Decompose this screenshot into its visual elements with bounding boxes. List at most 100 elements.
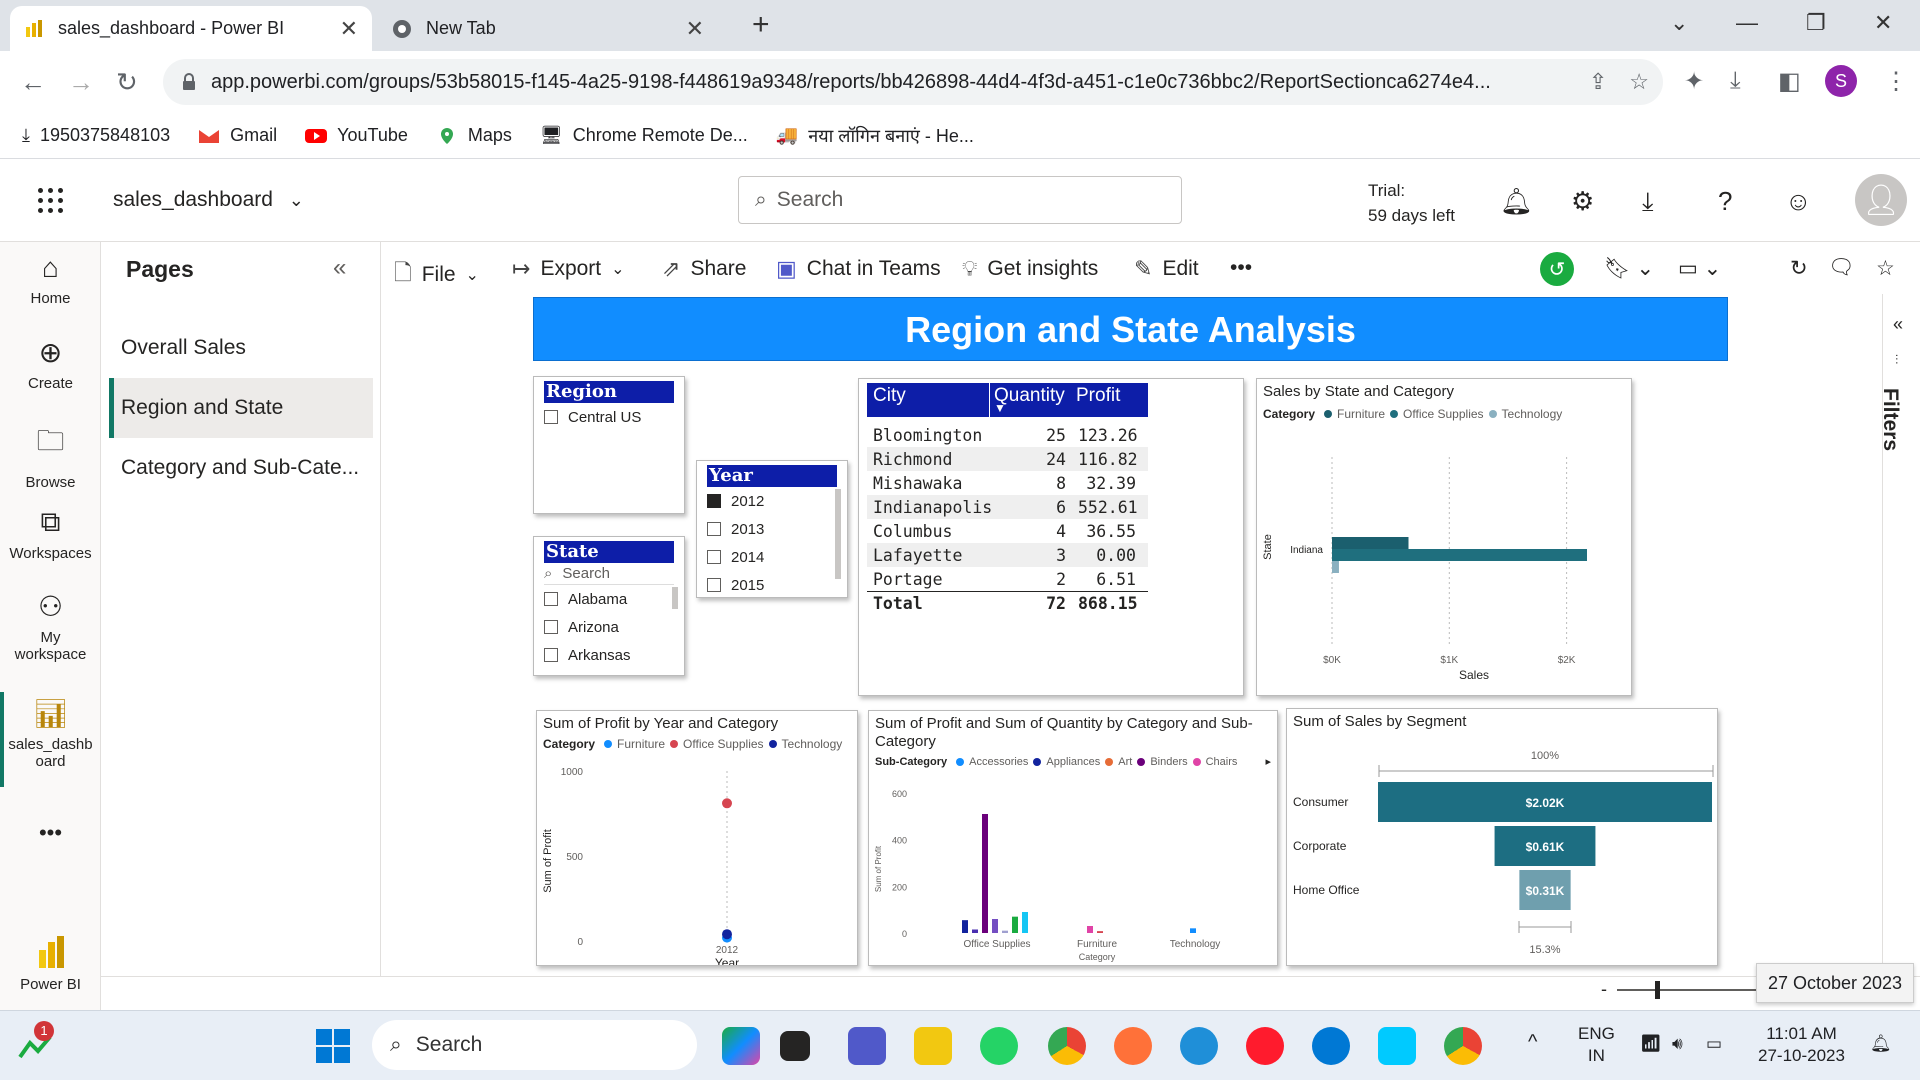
tab-search-icon[interactable]: ⌄ [1670, 10, 1688, 36]
extensions-icon[interactable]: ✦ [1684, 67, 1704, 96]
bookmark-star-icon[interactable]: ☆ [1629, 69, 1649, 95]
close-window-icon[interactable]: ✕ [1874, 10, 1892, 36]
show-hidden-icons[interactable]: ^ [1528, 1031, 1537, 1053]
opera-icon[interactable] [1246, 1027, 1284, 1065]
bookmark-hindi[interactable]: 🚚 नया लॉगिन बनाएं - He... [776, 124, 974, 148]
refresh-icon[interactable]: ↻ [1790, 256, 1808, 281]
slicer-option[interactable]: Alabama [544, 585, 674, 613]
clock[interactable]: 11:01 AM 27-10-2023 [1758, 1023, 1845, 1067]
reset-button[interactable]: ↺ [1540, 252, 1574, 286]
back-icon[interactable]: ← [20, 67, 46, 98]
table-total-row[interactable]: Total 72 868.15 [867, 591, 1148, 615]
share-button[interactable]: ⇗ Share [662, 256, 746, 282]
zoom-out-icon[interactable]: - [1601, 979, 1607, 1000]
table-row[interactable]: Indianapolis 6 552.61 [867, 495, 1148, 519]
side-panel-icon[interactable]: ◧ [1778, 67, 1801, 96]
bookmark-item[interactable]: ⤓ 1950375848103 [22, 125, 170, 146]
battery-icon[interactable]: ▭ [1706, 1033, 1722, 1055]
slicer-option[interactable]: 2012 [707, 487, 837, 515]
user-avatar[interactable]: 👤︎ [1855, 174, 1907, 226]
chrome-profile-icon[interactable] [1444, 1027, 1482, 1065]
col-profit[interactable]: Profit [1072, 383, 1142, 417]
slicer-option[interactable]: Arkansas [544, 641, 674, 669]
checkbox[interactable] [544, 410, 558, 424]
zoom-slider[interactable] [1617, 989, 1757, 991]
search-input[interactable]: ⌕ Search [738, 176, 1182, 224]
slicer-option[interactable]: Arizona [544, 613, 674, 641]
download-icon[interactable]: ⤓ [1730, 67, 1741, 95]
nav-workspaces[interactable]: ⧉ Workspaces [0, 506, 101, 562]
scrollbar[interactable] [835, 489, 841, 579]
close-tab-icon[interactable]: ✕ [340, 16, 358, 42]
feedback-icon[interactable]: ☺ [1785, 186, 1812, 217]
slicer-option[interactable]: 2015 [707, 571, 837, 599]
notifications-icon[interactable]: 🔔︎ [1500, 186, 1533, 217]
collapse-pane-icon[interactable]: « [333, 254, 346, 282]
start-button[interactable] [316, 1029, 350, 1063]
nav-report[interactable]: 📊︎ sales_dashb oard [0, 697, 101, 770]
zoom-thumb[interactable] [1655, 981, 1660, 999]
slicer-option[interactable]: Central US [544, 403, 674, 431]
table-row[interactable]: Columbus 4 36.55 [867, 519, 1148, 543]
view-icon[interactable]: ▭ ⌄ [1678, 256, 1721, 281]
scrollbar[interactable] [672, 587, 678, 609]
bookmark-youtube[interactable]: YouTube [305, 125, 408, 146]
edit-button[interactable]: ✎ Edit [1134, 256, 1199, 282]
legend-next-icon[interactable]: ▸ [1265, 755, 1271, 768]
edge-icon[interactable] [1180, 1027, 1218, 1065]
checkbox[interactable] [707, 550, 721, 564]
table-row[interactable]: Portage 2 6.51 [867, 567, 1148, 591]
taskbar-search[interactable]: ⌕ Search [372, 1020, 697, 1070]
report-name-dropdown[interactable]: sales_dashboard ⌄ [113, 188, 304, 212]
checkbox[interactable] [707, 578, 721, 592]
bookmark-maps[interactable]: Maps [436, 125, 512, 146]
nav-create[interactable]: ⊕ Create [0, 336, 101, 392]
slicer-search-input[interactable]: ⌕ Search [544, 563, 674, 585]
browser-tab-newtab[interactable]: New Tab ✕ [378, 6, 718, 51]
share-page-icon[interactable]: ⇪ [1589, 69, 1607, 95]
taskview-icon[interactable] [780, 1031, 810, 1061]
file-explorer-icon[interactable] [914, 1027, 952, 1065]
get-insights-button[interactable]: 💡︎ Get insights [962, 256, 1098, 282]
teams-icon[interactable] [848, 1027, 886, 1065]
nav-home[interactable]: ⌂ Home [0, 252, 101, 307]
address-bar[interactable]: app.powerbi.com/groups/53b58015-f145-4a2… [163, 59, 1663, 105]
table-row[interactable]: Mishawaka 8 32.39 [867, 471, 1148, 495]
bookmark-gmail[interactable]: Gmail [198, 125, 277, 146]
forward-icon[interactable]: → [68, 67, 94, 98]
favorite-star-icon[interactable]: ☆ [1876, 256, 1895, 281]
bookmark-icon[interactable]: 🔖︎ ⌄ [1604, 256, 1654, 281]
minimize-icon[interactable]: — [1736, 10, 1758, 36]
file-menu[interactable]: 🗋 File ⌄ [394, 256, 479, 294]
browser-tab-powerbi[interactable]: sales_dashboard - Power BI ✕ [10, 6, 372, 51]
app-launcher-icon[interactable] [38, 188, 64, 214]
page-category[interactable]: Category and Sub-Cate... [109, 438, 373, 498]
table-row[interactable]: Lafayette 3 0.00 [867, 543, 1148, 567]
alexa-icon[interactable] [1378, 1027, 1416, 1065]
wifi-icon[interactable]: 📶︎ [1640, 1033, 1662, 1055]
help-app-icon[interactable] [1312, 1027, 1350, 1065]
slicer-option[interactable]: 2013 [707, 515, 837, 543]
nav-my-workspace[interactable]: ⚇ My workspace [0, 590, 101, 663]
checkbox-checked[interactable] [707, 494, 721, 508]
language-indicator[interactable]: ENG IN [1578, 1023, 1615, 1067]
copilot-icon[interactable] [722, 1027, 760, 1065]
chrome-icon[interactable] [1048, 1027, 1086, 1065]
checkbox[interactable] [544, 592, 558, 606]
new-tab-button[interactable]: + [752, 8, 770, 42]
whatsapp-icon[interactable] [980, 1027, 1018, 1065]
weather-widget[interactable]: 1 [18, 1021, 54, 1063]
page-region-and-state[interactable]: Region and State [109, 378, 373, 438]
checkbox[interactable] [707, 522, 721, 536]
download-icon[interactable]: ⤓ [1642, 186, 1654, 218]
col-city[interactable]: City [867, 383, 990, 417]
comment-icon[interactable]: 🗨︎ [1828, 256, 1855, 280]
bookmark-remote-desktop[interactable]: 🖥 Chrome Remote De... [540, 125, 748, 146]
profile-avatar[interactable]: S [1825, 65, 1857, 97]
notifications-icon[interactable]: 🔔︎ [1870, 1033, 1892, 1055]
nav-more[interactable]: ••• [0, 820, 101, 846]
checkbox[interactable] [544, 620, 558, 634]
nav-browse[interactable]: 🗀 Browse [0, 420, 101, 491]
help-icon[interactable]: ? [1718, 186, 1732, 217]
reload-icon[interactable]: ↻ [116, 67, 138, 98]
